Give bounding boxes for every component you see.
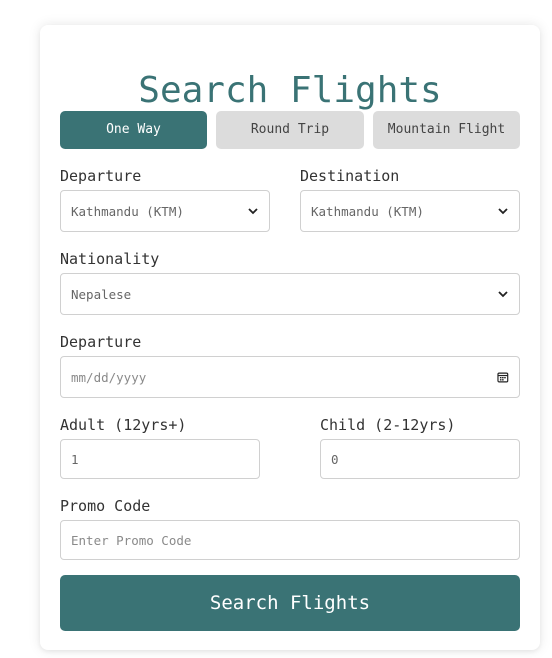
nationality-label: Nationality <box>60 250 160 268</box>
destination-label: Destination <box>300 167 400 185</box>
destination-value: Kathmandu (KTM) <box>311 203 424 219</box>
tab-one-way[interactable]: One Way <box>60 111 207 149</box>
search-flights-card: Search Flights One Way Round Trip Mounta… <box>40 25 540 650</box>
child-label: Child (2-12yrs) <box>320 416 456 434</box>
departure-date-field[interactable] <box>60 356 520 398</box>
chevron-down-icon <box>248 208 258 215</box>
child-input[interactable] <box>331 451 509 467</box>
calendar-icon[interactable] <box>497 371 509 383</box>
departure-city-select[interactable]: Kathmandu (KTM) <box>60 190 270 232</box>
promo-code-input[interactable] <box>71 532 509 548</box>
tab-mountain-flight[interactable]: Mountain Flight <box>373 111 520 149</box>
departure-date-label: Departure <box>60 333 142 351</box>
departure-date-input[interactable] <box>71 369 498 385</box>
adult-label: Adult (12yrs+) <box>60 416 187 434</box>
promo-code-label: Promo Code <box>60 497 151 515</box>
page-title: Search Flights <box>138 70 442 111</box>
adult-field[interactable] <box>60 439 260 479</box>
child-field[interactable] <box>320 439 520 479</box>
chevron-down-icon <box>498 208 508 215</box>
nationality-value: Nepalese <box>71 286 132 302</box>
adult-input[interactable] <box>71 451 249 467</box>
destination-select[interactable]: Kathmandu (KTM) <box>300 190 520 232</box>
nationality-select[interactable]: Nepalese <box>60 273 520 315</box>
promo-code-field[interactable] <box>60 520 520 560</box>
departure-city-label: Departure <box>60 167 142 185</box>
tab-round-trip[interactable]: Round Trip <box>216 111 364 149</box>
search-flights-button[interactable]: Search Flights <box>60 575 520 631</box>
departure-city-value: Kathmandu (KTM) <box>71 203 184 219</box>
chevron-down-icon <box>498 291 508 298</box>
